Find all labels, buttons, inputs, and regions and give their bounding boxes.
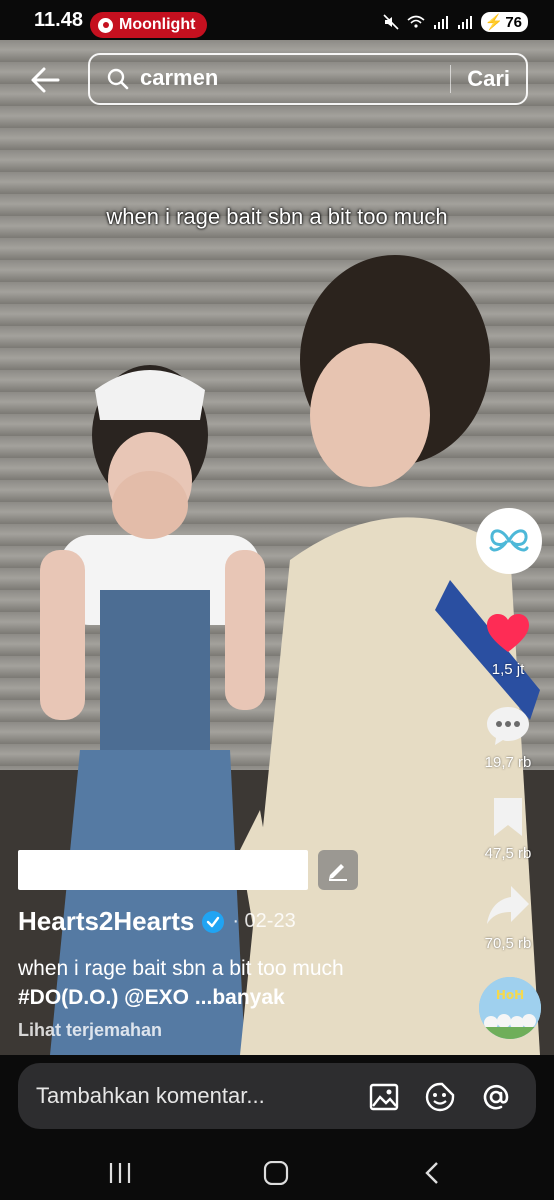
comment-placeholder[interactable]: Tambahkan komentar...	[36, 1083, 265, 1109]
notification-pill[interactable]: Moonlight	[90, 12, 208, 38]
bolt-icon: ⚡	[484, 14, 504, 31]
share-button[interactable]: 70,5 rb	[476, 884, 540, 952]
status-bar: 11.48 Moonlight ⚡ 76	[0, 0, 554, 40]
hearts-logo-icon	[489, 529, 529, 552]
author-avatar[interactable]	[476, 508, 542, 574]
notification-app-label: Moonlight	[119, 16, 196, 33]
bookmark-button[interactable]: 47,5 rb	[476, 796, 540, 862]
like-button[interactable]: 1,5 jt	[476, 612, 540, 678]
pencil-icon	[329, 864, 347, 881]
like-count: 1,5 jt	[491, 661, 525, 678]
comment-input[interactable]: Tambahkan komentar...	[18, 1063, 536, 1129]
share-icon	[487, 886, 529, 924]
system-navigation-bar	[0, 1145, 554, 1200]
mute-icon	[383, 14, 399, 30]
recent-apps-button[interactable]	[100, 1153, 140, 1193]
edit-text-bar[interactable]	[18, 850, 308, 890]
author-row[interactable]: Hearts2Hearts · 02-23	[18, 906, 296, 937]
search-input[interactable]: carmen	[140, 65, 218, 91]
description-text: when i rage bait sbn a bit too much	[18, 957, 344, 980]
svg-text:HoH: HoH	[496, 988, 524, 1002]
description-tags[interactable]: #DO(D.O.) @EXO	[18, 986, 189, 1009]
wifi-icon	[407, 15, 425, 28]
comment-icon	[487, 707, 529, 745]
share-count: 70,5 rb	[484, 935, 532, 952]
music-disc[interactable]: HoH	[479, 977, 541, 1039]
bookmark-icon	[494, 798, 522, 836]
sound-thumbnail-icon: HoH	[479, 977, 541, 1039]
post-description[interactable]: when i rage bait sbn a bit too much #DO(…	[18, 954, 438, 1012]
edit-button[interactable]	[318, 850, 358, 890]
home-icon	[263, 1161, 289, 1185]
signal-icon-2	[457, 16, 472, 29]
translate-link[interactable]: Lihat terjemahan	[18, 1020, 162, 1041]
signal-icon	[433, 16, 448, 29]
image-icon[interactable]	[368, 1081, 400, 1113]
search-header: carmen Cari	[0, 40, 554, 130]
system-back-button[interactable]	[412, 1153, 452, 1193]
status-time: 11.48	[34, 9, 83, 31]
comment-area: Tambahkan komentar...	[0, 1055, 554, 1145]
see-more-link[interactable]: ...banyak	[189, 986, 285, 1009]
post-date: · 02-23	[232, 910, 296, 932]
search-submit-button[interactable]: Cari	[467, 66, 510, 92]
video-caption-overlay: when i rage bait sbn a bit too much	[106, 204, 448, 229]
sticker-icon[interactable]	[424, 1081, 456, 1113]
heart-icon	[487, 614, 529, 652]
comment-button[interactable]: 19,7 rb	[476, 705, 540, 771]
status-icons: ⚡ 76	[383, 12, 528, 32]
record-icon	[98, 17, 113, 33]
video-player[interactable]	[0, 40, 554, 1055]
search-field[interactable]: carmen Cari	[88, 53, 528, 105]
comment-count: 19,7 rb	[484, 754, 532, 771]
back-arrow-icon[interactable]	[28, 62, 64, 98]
author-name[interactable]: Hearts2Hearts	[18, 906, 194, 937]
search-divider	[450, 65, 451, 93]
verified-badge-icon	[202, 910, 225, 933]
recents-icon	[109, 1163, 131, 1183]
bookmark-count: 47,5 rb	[484, 845, 532, 862]
mention-icon[interactable]	[480, 1081, 512, 1113]
chevron-left-icon	[425, 1162, 438, 1184]
battery-indicator: ⚡ 76	[480, 12, 528, 32]
home-button[interactable]	[256, 1153, 296, 1193]
search-icon	[107, 68, 129, 90]
battery-level: 76	[505, 13, 522, 31]
